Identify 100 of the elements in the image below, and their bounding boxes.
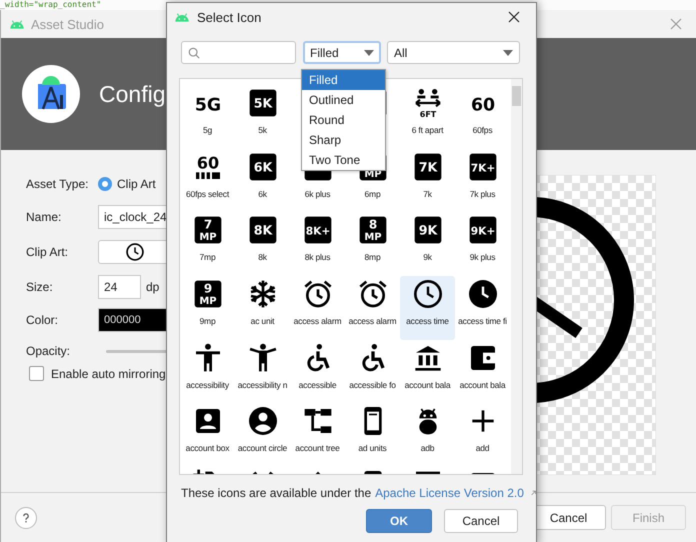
icon-option[interactable]: 8K+ 8k plus <box>290 212 345 276</box>
android-icon <box>9 19 25 29</box>
icon-label: ac unit <box>250 316 274 326</box>
caret-icon <box>364 50 374 56</box>
icon-label: 5k <box>258 125 267 135</box>
header-title: Config <box>99 80 166 108</box>
icon-option[interactable]: account tree <box>290 403 345 468</box>
lettered-tile-icon: 9 MP <box>192 278 224 310</box>
size-field[interactable]: 24 <box>98 274 141 298</box>
icon-label: 6 ft apart <box>412 125 444 135</box>
icon-option[interactable]: access alarm <box>290 276 345 340</box>
icon-option[interactable]: accessibility n <box>235 340 290 404</box>
radio-label: Clip Art <box>117 177 156 191</box>
icon-label: access time <box>406 316 449 326</box>
caret-icon <box>503 50 513 56</box>
icon-option[interactable]: 8K 8k <box>235 212 290 276</box>
icon-label: account box <box>186 443 230 454</box>
close-icon[interactable] <box>508 11 520 23</box>
icon-option[interactable]: 8 MP 8mp <box>345 212 400 276</box>
icon-label: 60fps select <box>186 188 229 199</box>
icon-option[interactable]: ac unit <box>235 276 290 340</box>
icon-label: 8mp <box>364 252 380 262</box>
dropdown-option[interactable]: Round <box>302 110 385 130</box>
icon-option[interactable]: adb <box>400 403 455 468</box>
license-text: These icons are available under the <box>181 486 372 500</box>
field-label: Color: <box>26 313 60 327</box>
scrollbar[interactable] <box>511 79 522 474</box>
icon-option[interactable]: access time fi <box>455 276 510 340</box>
icon-option[interactable]: 9 MP 9mp <box>180 276 235 340</box>
field-label: Name: <box>26 210 62 224</box>
icon-option[interactable]: accessibility <box>180 340 235 404</box>
icon-label: 8k plus <box>304 252 330 262</box>
lettered-tile-icon: 9K+ <box>466 214 498 246</box>
icon-option[interactable]: 5G 5g <box>180 85 235 149</box>
icon-option[interactable]: account bala <box>455 340 510 404</box>
icon-option[interactable]: accessible <box>290 340 345 404</box>
icon-option[interactable]: 6K 6k <box>235 148 290 212</box>
dropdown-option[interactable]: Sharp <box>302 130 385 150</box>
lettered-tile-icon: 8K+ <box>302 214 334 246</box>
icon-label: ad units <box>358 443 387 454</box>
icon-option[interactable]: account circle <box>235 403 290 468</box>
lettered-tile-icon: 6K <box>246 150 278 183</box>
icon-label: 9k <box>423 252 432 262</box>
dropdown-option[interactable]: Outlined <box>302 90 385 110</box>
icon-label: adb <box>420 443 434 454</box>
checkbox-label: Enable auto mirroring <box>51 366 166 380</box>
android-icon <box>174 12 190 22</box>
icon-label: 9mp <box>200 316 216 326</box>
dropdown-option[interactable]: Filled <box>302 70 385 90</box>
icon-option[interactable]: access alarm <box>345 276 400 340</box>
license-link[interactable]: Apache License Version 2.0 <box>375 486 524 500</box>
search-field[interactable] <box>181 41 296 64</box>
search-icon <box>188 46 200 58</box>
category-dropdown[interactable]: All <box>387 41 520 64</box>
scrollbar-thumb[interactable] <box>512 86 521 106</box>
clock-icon <box>412 278 444 310</box>
icon-option[interactable]: 7K+ 7k plus <box>455 148 510 212</box>
icon-option[interactable]: access time <box>400 276 455 340</box>
icon-label: accessibility n <box>238 380 288 390</box>
icon-option[interactable]: accessible fo <box>345 340 400 404</box>
icon-option[interactable]: add <box>455 403 510 468</box>
alarm-clock-icon <box>356 278 388 310</box>
icon-label: access alarm <box>348 316 396 326</box>
icon-option[interactable]: 60 60fps <box>455 85 510 149</box>
icon-option[interactable]: account bala <box>400 340 455 404</box>
icon-option[interactable]: 7K 7k <box>400 148 455 212</box>
lettered-tile-icon: 5K <box>246 87 278 119</box>
checkbox[interactable] <box>29 366 44 381</box>
icon-label: 9k plus <box>470 252 496 262</box>
icon-label: 7k plus <box>470 188 496 199</box>
clock-icon <box>125 242 145 262</box>
help-button[interactable] <box>15 506 37 528</box>
icon-option[interactable]: 9K 9k <box>400 212 455 276</box>
style-dropdown[interactable]: Filled <box>303 41 381 64</box>
icon-label: account bala <box>404 380 450 390</box>
lettered-tile-icon: 7K <box>412 150 444 183</box>
icon-option[interactable]: account box <box>180 403 235 468</box>
field-label: Size: <box>26 280 54 294</box>
icon-option[interactable]: 9K+ 9k plus <box>455 212 510 276</box>
icon-label: 8k <box>258 252 267 262</box>
account-icon <box>246 405 278 438</box>
icon-option[interactable]: 5K 5k <box>235 85 290 149</box>
icon-label: 7k <box>423 188 432 199</box>
unit-label: dp <box>146 280 160 294</box>
lettered-icon: 5G <box>192 87 224 119</box>
window-title: Asset Studio <box>31 16 104 32</box>
icon-option[interactable]: ad units <box>345 403 400 468</box>
icon-label: account tree <box>295 443 340 454</box>
icon-label: account bala <box>460 380 506 390</box>
icon-label: accessibility <box>186 380 229 390</box>
dialog-button[interactable]: Cancel <box>444 509 518 533</box>
lettered-tile-icon: 8K <box>246 214 278 246</box>
icon-label: 6k plus <box>304 188 330 199</box>
external-link-icon <box>530 489 536 497</box>
radio-button[interactable] <box>98 177 112 191</box>
dialog-button[interactable]: OK <box>366 509 432 533</box>
dialog-title: Select Icon <box>197 10 262 24</box>
alarm-clock-icon <box>302 278 334 310</box>
icon-label: 7mp <box>200 252 216 262</box>
icon-label: access alarm <box>294 316 342 326</box>
